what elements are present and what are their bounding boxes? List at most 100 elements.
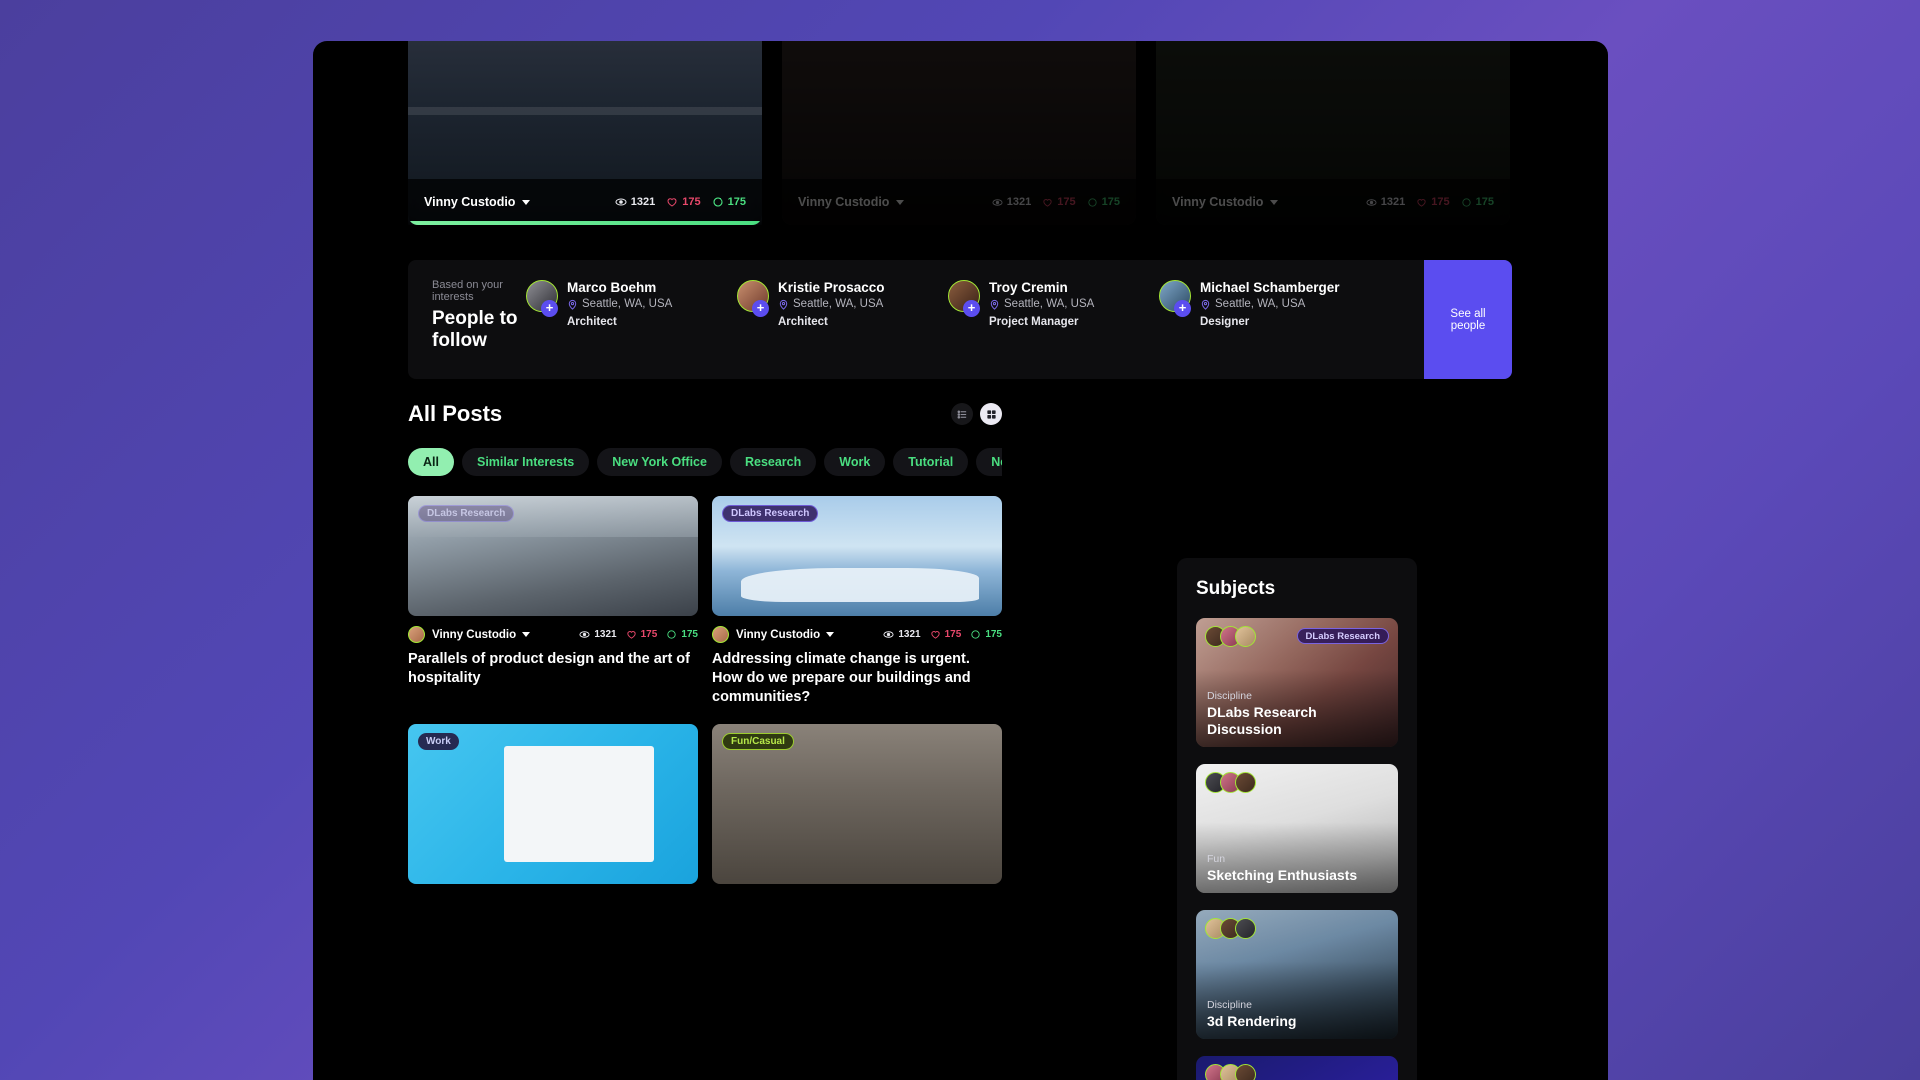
views-count: 1321 <box>1006 196 1032 208</box>
person-location-text: Seattle, WA, USA <box>1215 298 1306 311</box>
all-posts-header: All Posts <box>408 401 1002 427</box>
avatar <box>408 626 425 643</box>
subject-kicker: Discipline <box>1207 689 1252 702</box>
views-count: 1321 <box>898 629 921 640</box>
post-card[interactable]: Work <box>408 723 698 884</box>
chevron-down-icon <box>826 632 835 637</box>
heart-icon <box>626 631 636 639</box>
comments-stat: 175 <box>712 196 746 208</box>
post-image: Work <box>408 723 698 884</box>
heart-icon <box>1043 198 1052 207</box>
subject-card[interactable]: DLabs Research Discipline DLabs Research… <box>1196 618 1398 747</box>
filter-chip-all[interactable]: All <box>408 448 454 476</box>
post-badge: DLabs Research <box>722 505 819 522</box>
carousel-card[interactable]: Vinny Custodio 1321 175 175 <box>408 41 762 225</box>
subject-name: Sketching Enthusiasts <box>1207 866 1358 883</box>
likes-stat: 175 <box>666 196 701 208</box>
carousel-card[interactable]: Vinny Custodio 1321 175 175 <box>1156 41 1510 225</box>
carousel-author[interactable]: Vinny Custodio <box>424 195 531 209</box>
subject-kicker: Discipline <box>1207 998 1252 1011</box>
person-role: Designer <box>1200 316 1250 329</box>
people-to-follow-panel: Based on your interests People to follow… <box>408 260 1512 379</box>
person-card[interactable]: + Michael Schamberger Seattle, WA, USA D… <box>1159 280 1364 328</box>
see-all-people-button[interactable]: See all people <box>1424 260 1512 379</box>
views-stat: 1321 <box>992 196 1031 208</box>
avatar <box>712 626 729 643</box>
subject-badge: DLabs Research <box>1296 628 1389 644</box>
comments-count: 175 <box>1475 196 1494 208</box>
post-card[interactable]: Fun/Casual <box>712 723 1002 884</box>
comment-icon <box>1462 197 1471 207</box>
views-stat: 1321 <box>615 196 655 208</box>
carousel-card[interactable]: Vinny Custodio 1321 175 175 <box>782 41 1136 225</box>
likes-count: 175 <box>640 629 658 640</box>
subject-member-avatars <box>1205 626 1256 647</box>
filter-chip-row[interactable]: All Similar Interests New York Office Re… <box>408 448 1002 476</box>
post-card[interactable]: DLabs Research Vinny Custodio 1321 175 1… <box>712 496 1002 707</box>
person-location: Seattle, WA, USA <box>567 298 672 310</box>
carousel-progress-bar <box>408 221 762 225</box>
subject-card[interactable]: Discipline 3d Rendering <box>1196 910 1398 1039</box>
post-author-name: Vinny Custodio <box>432 628 517 641</box>
filter-chip-tutorial[interactable]: Tutorial <box>893 448 969 476</box>
filter-chip-similar-interests[interactable]: Similar Interests <box>461 448 590 476</box>
people-heading: Based on your interests People to follow <box>408 260 526 379</box>
follow-button[interactable]: + <box>1174 300 1191 317</box>
carousel-stats: 1321 175 175 <box>615 196 746 208</box>
chevron-down-icon <box>522 632 531 637</box>
filter-chip-work[interactable]: Work <box>824 448 886 476</box>
avatar <box>1235 1064 1256 1080</box>
comments-stat: 175 <box>970 629 1002 640</box>
featured-carousel: Vinny Custodio 1321 175 175 Vinny Custod… <box>313 41 1608 225</box>
filter-chip-new-york-office[interactable]: New York Office <box>597 448 722 476</box>
post-title[interactable]: Addressing climate change is urgent. How… <box>712 650 1002 707</box>
carousel-author-name: Vinny Custodio <box>798 195 890 209</box>
eye-icon <box>1366 198 1377 206</box>
post-title[interactable]: Parallels of product design and the art … <box>408 650 698 688</box>
post-author[interactable]: Vinny Custodio <box>736 628 835 641</box>
post-image: DLabs Research <box>712 496 1002 616</box>
carousel-author[interactable]: Vinny Custodio <box>1172 195 1279 209</box>
page-title: All Posts <box>408 401 503 426</box>
subject-card[interactable]: Fun Sketching Enthusiasts <box>1196 764 1398 893</box>
views-stat: 1321 <box>883 629 921 640</box>
subjects-panel: Subjects DLabs Research Discipline DLabs… <box>1177 558 1417 1080</box>
heart-icon <box>667 198 677 207</box>
comments-stat: 175 <box>1087 196 1120 208</box>
subjects-title: Subjects <box>1196 578 1276 599</box>
carousel-author-name: Vinny Custodio <box>424 195 516 209</box>
post-stats: 1321 175 175 <box>579 629 698 640</box>
eye-icon <box>992 198 1003 206</box>
subject-name: 3d Rendering <box>1207 1012 1297 1029</box>
subject-kicker: Fun <box>1207 852 1226 865</box>
person-name: Kristie Prosacco <box>778 280 885 295</box>
post-badge: Fun/Casual <box>722 732 794 750</box>
likes-count: 175 <box>1431 196 1450 208</box>
person-location-text: Seattle, WA, USA <box>793 298 884 311</box>
filter-chip-research[interactable]: Research <box>729 448 817 476</box>
list-icon <box>957 409 966 419</box>
person-card[interactable]: + Marco Boehm Seattle, WA, USA Architect <box>526 280 731 328</box>
person-card[interactable]: + Kristie Prosacco Seattle, WA, USA Arch… <box>737 280 942 328</box>
post-card[interactable]: DLabs Research Vinny Custodio 1321 175 1… <box>408 496 698 707</box>
carousel-stats: 1321 175 175 <box>992 196 1120 208</box>
follow-button[interactable]: + <box>752 300 769 317</box>
comments-count: 175 <box>681 629 698 640</box>
follow-button[interactable]: + <box>541 300 558 317</box>
filter-chip-news[interactable]: News <box>976 448 1002 476</box>
carousel-card-meta: Vinny Custodio 1321 175 175 <box>408 179 762 225</box>
avatar <box>1235 626 1256 647</box>
comments-stat: 175 <box>1461 196 1494 208</box>
post-badge: Work <box>418 732 459 750</box>
list-view-button[interactable] <box>951 403 973 425</box>
subject-card[interactable] <box>1196 1056 1398 1080</box>
post-author-name: Vinny Custodio <box>736 628 821 641</box>
follow-button[interactable]: + <box>963 300 980 317</box>
post-author[interactable]: Vinny Custodio <box>432 628 531 641</box>
avatar-wrap: + <box>948 280 980 328</box>
person-card[interactable]: + Troy Cremin Seattle, WA, USA Project M… <box>948 280 1153 328</box>
carousel-author[interactable]: Vinny Custodio <box>798 195 905 209</box>
comments-count: 175 <box>727 196 746 208</box>
grid-view-button[interactable] <box>980 403 1002 425</box>
location-pin-icon <box>1201 299 1210 310</box>
